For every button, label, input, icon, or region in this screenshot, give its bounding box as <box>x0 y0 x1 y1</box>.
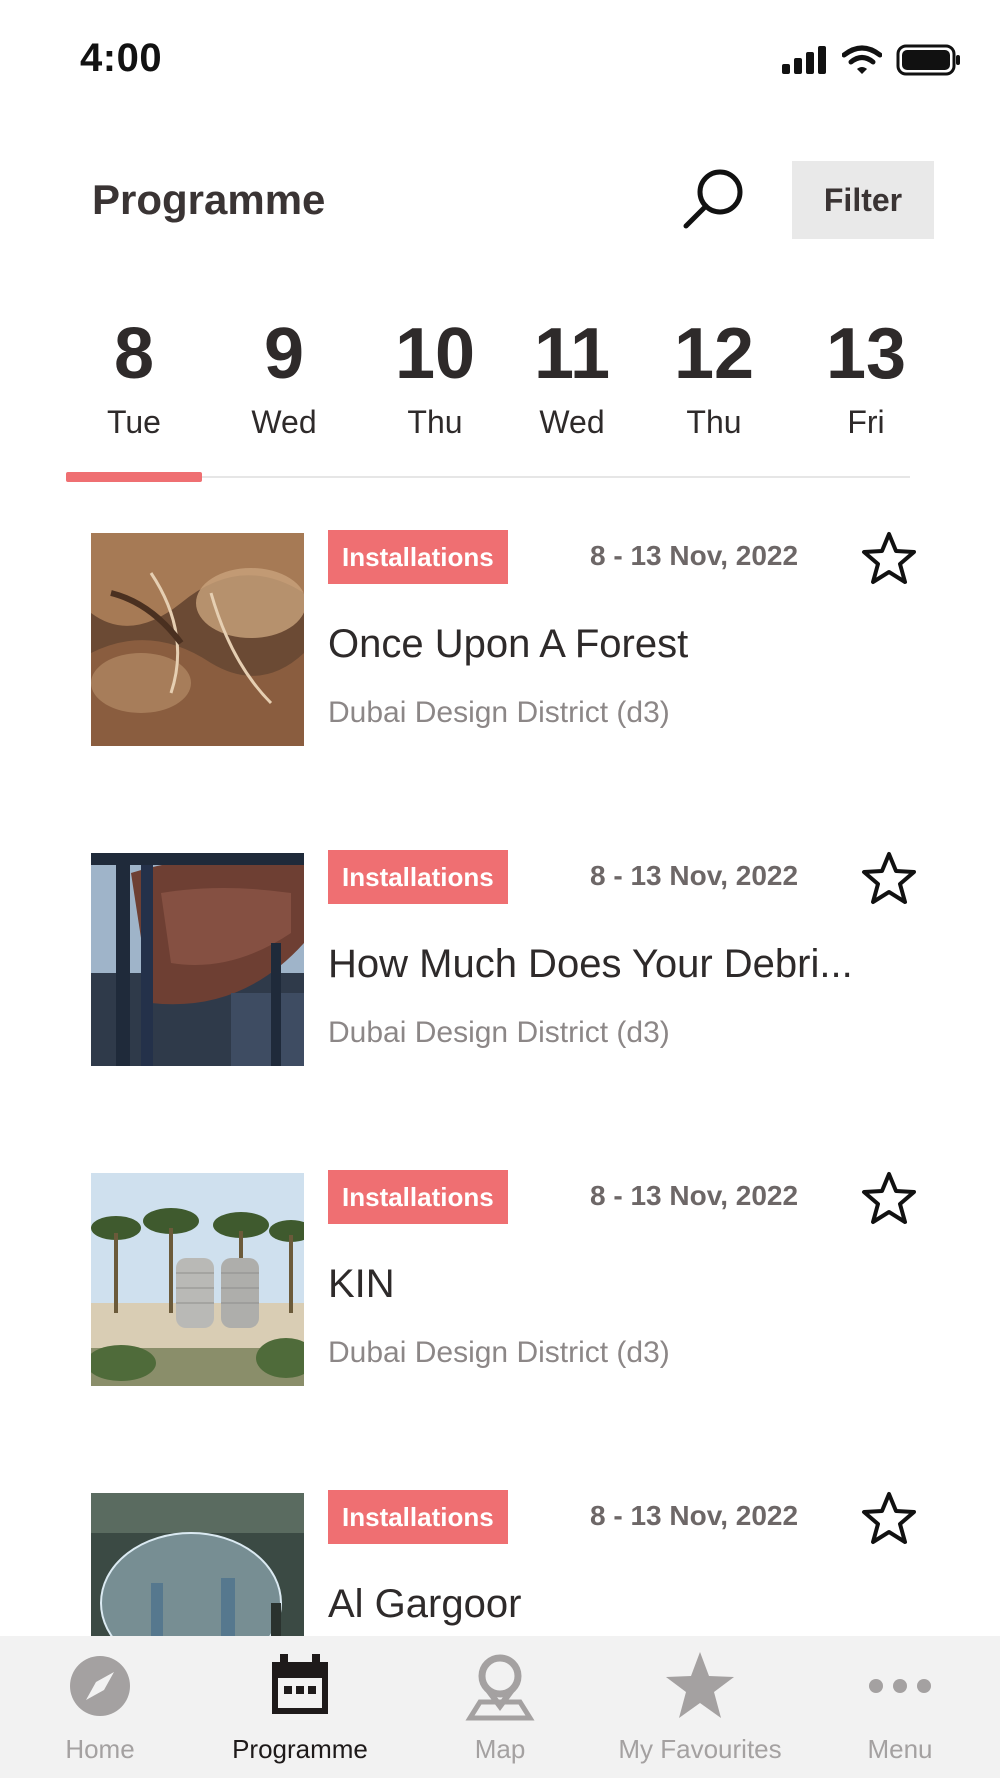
event-date: 8 - 13 Nov, 2022 <box>590 1500 799 1531</box>
date-tab-9[interactable]: 9 Wed <box>224 310 344 444</box>
wifi-icon <box>842 45 882 74</box>
favourite-button[interactable] <box>860 1490 918 1548</box>
search-button[interactable] <box>680 166 748 234</box>
status-icons <box>782 44 962 76</box>
nav-menu[interactable]: Menu <box>800 1636 1000 1778</box>
event-date: 8 - 13 Nov, 2022 <box>590 1180 799 1211</box>
event-thumbnail <box>91 1173 304 1386</box>
date-weekday: Tue <box>107 404 161 440</box>
date-number: 13 <box>825 314 907 394</box>
programme-screen: 4:00 Programme Filter 8 Tue 9 Wed 10 Thu… <box>0 0 1000 1778</box>
search-icon <box>683 169 743 229</box>
event-thumbnail <box>91 533 304 746</box>
date-weekday: Thu <box>686 404 742 440</box>
favourite-button[interactable] <box>860 850 918 908</box>
event-venue: Dubai Design District (d3) <box>328 1016 670 1049</box>
date-number: 8 <box>113 314 155 394</box>
nav-label: Home <box>65 1734 135 1764</box>
date-tabs: 8 Tue 9 Wed 10 Thu 11 Wed 12 Thu 13 Fri <box>66 310 910 482</box>
star-outline-icon <box>862 852 916 904</box>
star-outline-icon <box>862 1172 916 1224</box>
star-outline-icon <box>862 1492 916 1544</box>
date-tab-10[interactable]: 10 Thu <box>375 310 495 444</box>
date-tab-8[interactable]: 8 Tue <box>74 310 194 444</box>
event-date: 8 - 13 Nov, 2022 <box>590 860 799 891</box>
nav-label: Programme <box>232 1734 368 1764</box>
category-badge: Installations <box>328 1170 508 1224</box>
date-tab-12[interactable]: 12 Thu <box>654 310 774 444</box>
event-venue: Dubai Design District (d3) <box>328 696 670 729</box>
event-title: How Much Does Your Debri... <box>328 942 853 986</box>
status-bar: 4:00 <box>0 0 1000 120</box>
event-thumbnail <box>91 853 304 1066</box>
date-weekday: Fri <box>847 404 885 440</box>
favourite-button[interactable] <box>860 530 918 588</box>
cellular-signal-icon <box>782 46 826 74</box>
nav-label: Menu <box>867 1734 933 1764</box>
event-title: KIN <box>328 1262 395 1306</box>
category-badge: Installations <box>328 1490 508 1544</box>
star-icon <box>666 1652 734 1718</box>
filter-button[interactable]: Filter <box>792 161 934 239</box>
event-date: 8 - 13 Nov, 2022 <box>590 540 799 571</box>
event-venue: Dubai Design District (d3) <box>328 1336 670 1369</box>
date-weekday: Thu <box>407 404 463 440</box>
compass-icon <box>70 1656 130 1716</box>
date-tab-13[interactable]: 13 Fri <box>806 310 926 444</box>
star-outline-icon <box>862 532 916 584</box>
page-title: Programme <box>92 176 326 223</box>
nav-map[interactable]: Map <box>400 1636 600 1778</box>
event-title: Once Upon A Forest <box>328 622 689 666</box>
map-pin-icon <box>465 1654 535 1721</box>
nav-label: My Favourites <box>618 1734 782 1764</box>
header: Programme Filter <box>0 150 1000 260</box>
more-dots-icon <box>869 1679 931 1693</box>
nav-programme[interactable]: Programme <box>200 1636 400 1778</box>
event-title: Al Gargoor <box>328 1582 522 1626</box>
date-weekday: Wed <box>539 404 605 440</box>
favourite-button[interactable] <box>860 1170 918 1228</box>
event-card-once-upon-a-forest[interactable]: Installations 8 - 13 Nov, 2022 Once Upon… <box>0 530 1000 750</box>
category-badge: Installations <box>328 850 508 904</box>
event-card-kin[interactable]: Installations 8 - 13 Nov, 2022 KIN Dubai… <box>0 1170 1000 1390</box>
nav-home[interactable]: Home <box>0 1636 200 1778</box>
bottom-navigation: Home Programme Map My Favourites Menu <box>0 1636 1000 1778</box>
date-number: 10 <box>394 314 476 394</box>
battery-icon <box>896 44 960 76</box>
date-number: 11 <box>533 314 611 394</box>
nav-my-favourites[interactable]: My Favourites <box>600 1636 800 1778</box>
date-number: 12 <box>673 314 755 394</box>
category-badge: Installations <box>328 530 508 584</box>
nav-label: Map <box>474 1734 526 1764</box>
selected-tab-indicator <box>66 472 202 482</box>
event-card-debris[interactable]: Installations 8 - 13 Nov, 2022 How Much … <box>0 850 1000 1070</box>
date-number: 9 <box>263 314 305 394</box>
date-weekday: Wed <box>251 404 317 440</box>
status-time: 4:00 <box>80 36 163 80</box>
date-tab-11[interactable]: 11 Wed <box>512 310 632 444</box>
calendar-icon <box>272 1654 328 1714</box>
